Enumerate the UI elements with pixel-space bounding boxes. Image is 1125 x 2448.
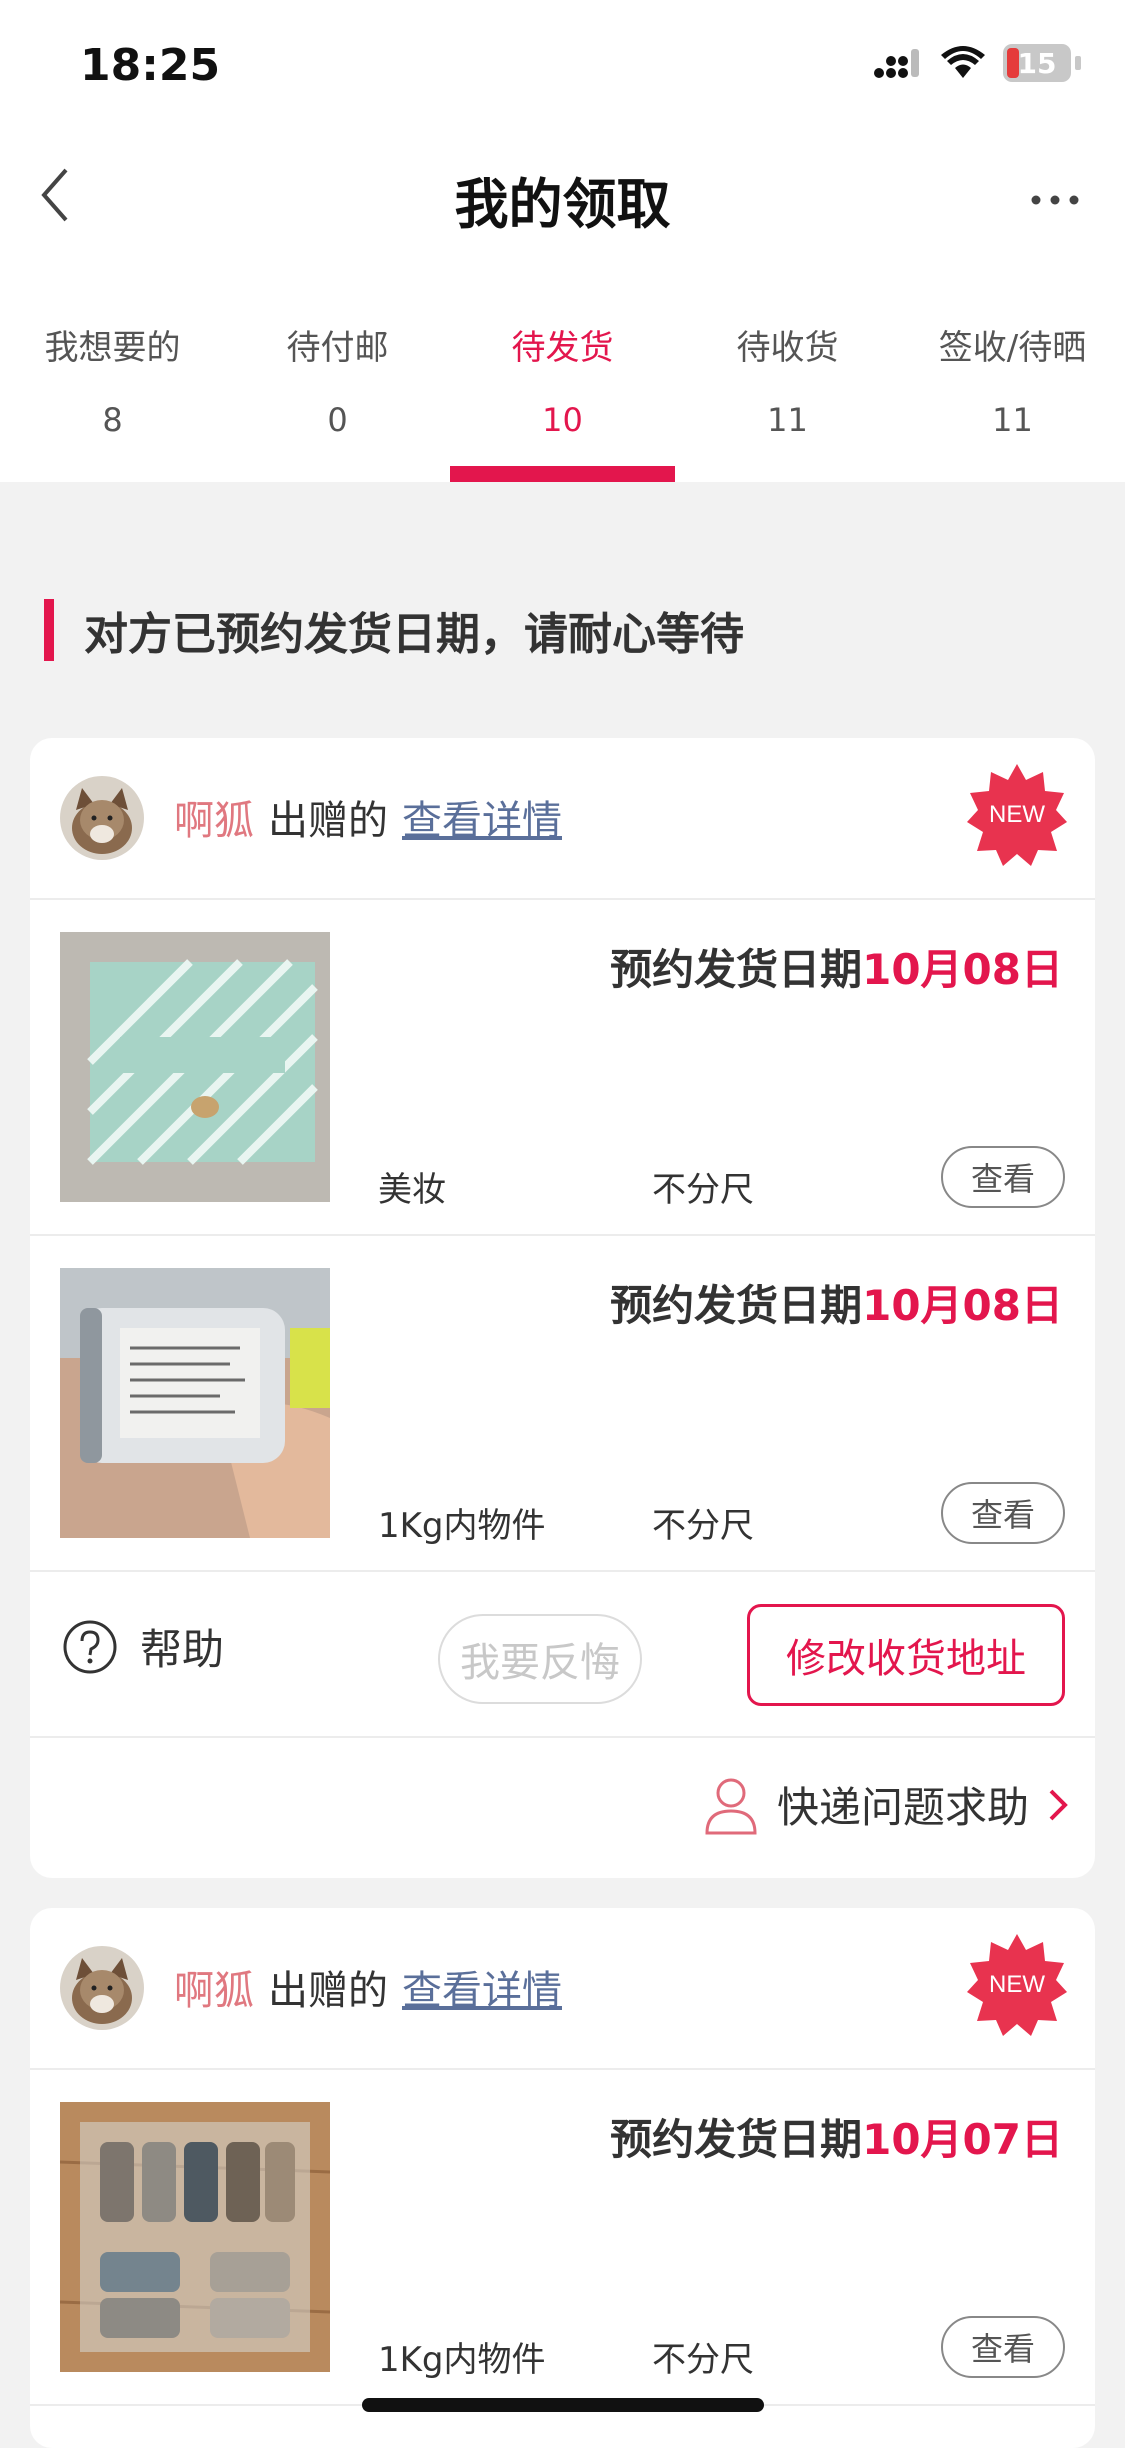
tab-count: 11 [992,401,1033,439]
notice-banner: 对方已预约发货日期，请耐心等待 [44,598,744,662]
tab-signed-review[interactable]: 签收/待晒 11 [900,300,1125,482]
help-label: 帮助 [140,1625,225,1674]
tab-count: 8 [102,401,123,439]
thread-spools-image [60,2102,330,2372]
item-size: 不分尺 [652,2340,754,2380]
item-category: 美妆 [378,1170,446,1210]
status-time: 18:25 [80,40,221,91]
item-category: 1Kg内物件 [378,1506,546,1546]
item-size: 不分尺 [652,1506,754,1546]
ship-date: 10月07日 [862,2115,1063,2164]
order-item: 预约发货日期10月08日 美妆 不分尺 查看 [30,900,1095,1236]
view-item-button[interactable]: 查看 [941,1146,1065,1208]
status-tabs: 我想要的 8 待付邮 0 待发货 10 待收货 11 签收/待晒 11 [0,300,1125,482]
more-dots-icon [1031,195,1079,205]
order-header: 啊狐 出赠的 查看详情 NEW [30,1908,1095,2070]
order-card: 啊狐 出赠的 查看详情 NEW 预约发货日期10月07日 1Kg内物件 不分尺 … [30,1908,1095,2448]
tab-label: 签收/待晒 [938,328,1087,368]
order-actions: 帮助 我要反悔 修改收货地址 [30,1572,1095,1738]
view-item-button[interactable]: 查看 [941,1482,1065,1544]
order-item: 预约发货日期10月08日 1Kg内物件 不分尺 查看 [30,1236,1095,1572]
notice-accent-bar [44,599,54,661]
express-help-label: 快递问题求助 [776,1783,1029,1832]
cat-avatar-image [60,1946,144,2030]
chevron-right-icon [1049,1789,1068,1820]
avatar[interactable] [60,1946,144,2030]
ship-date-prefix: 预约发货日期 [610,945,863,994]
item-category: 1Kg内物件 [378,2340,546,2380]
help-button[interactable]: 帮助 [62,1616,224,1677]
battery-cap [1075,56,1081,70]
battery-icon: 15 [1003,44,1071,82]
express-help[interactable]: 快递问题求助 [703,1774,1069,1835]
tab-label: 待发货 [511,328,614,368]
tab-pending-postage[interactable]: 待付邮 0 [225,300,450,482]
product-image[interactable] [60,932,330,1202]
giver-name[interactable]: 啊狐 [174,1958,254,2016]
order-item: 预约发货日期10月07日 1Kg内物件 不分尺 查看 [30,2070,1095,2406]
product-image[interactable] [60,2102,330,2372]
active-tab-indicator [450,466,675,482]
new-badge-icon: NEW [967,1934,1067,2036]
express-help-row[interactable]: 快递问题求助 [30,1738,1095,1878]
gave-text: 出赠的 [268,798,388,844]
tab-pending-receipt[interactable]: 待收货 11 [675,300,900,482]
order-header: 啊狐 出赠的 查看详情 NEW [30,738,1095,900]
blotting-paper-box-image [60,932,330,1202]
view-detail-link[interactable]: 查看详情 [402,788,562,846]
notice-text: 对方已预约发货日期，请耐心等待 [84,609,744,660]
ship-date-prefix: 预约发货日期 [610,2115,863,2164]
tab-pending-shipment[interactable]: 待发货 10 [450,300,675,482]
jar-in-hand-image [60,1268,330,1538]
ship-date-line: 预约发货日期10月08日 [610,936,1063,997]
view-item-button[interactable]: 查看 [941,2316,1065,2378]
cat-avatar-image [60,776,144,860]
regret-button[interactable]: 我要反悔 [438,1614,642,1704]
gave-text: 出赠的 [268,1968,388,2014]
tab-wanted[interactable]: 我想要的 8 [0,300,225,482]
top-area: 18:25 15 我的领取 我想要的 8 待付邮 0 待发货 10 待收货 11… [0,0,1125,482]
new-badge-icon: NEW [967,764,1067,866]
more-button[interactable] [1025,175,1085,225]
status-icons: 15 [873,44,1081,82]
ship-date-line: 预约发货日期10月08日 [610,1272,1063,1333]
item-size: 不分尺 [652,1170,754,1210]
tab-label: 待收货 [736,328,839,368]
user-icon [705,1778,757,1834]
page-title: 我的领取 [454,173,671,236]
question-circle-icon [63,1620,117,1673]
product-image[interactable] [60,1268,330,1538]
cellular-signal-icon [874,49,919,78]
order-card: 啊狐 出赠的 查看详情 NEW 预约发货日期10月08日 美妆 不分尺 查看 预… [30,738,1095,1878]
view-detail-link[interactable]: 查看详情 [402,1958,562,2016]
ship-date-line: 预约发货日期10月07日 [610,2106,1063,2167]
giver-line: 啊狐 出赠的 查看详情 [174,1958,562,2016]
tab-label: 待付邮 [286,328,389,368]
tab-count: 11 [767,401,808,439]
battery-level-label: 15 [1017,46,1057,80]
home-indicator [362,2398,764,2412]
tab-label: 我想要的 [44,328,181,368]
ship-date: 10月08日 [862,945,1063,994]
wifi-icon [941,46,985,78]
avatar[interactable] [60,776,144,860]
tab-count: 0 [327,401,348,439]
giver-line: 啊狐 出赠的 查看详情 [174,788,562,846]
new-badge-label: NEW [989,1971,1045,1998]
giver-name[interactable]: 啊狐 [174,788,254,846]
tab-count: 10 [542,401,583,439]
new-badge-label: NEW [989,801,1045,828]
ship-date: 10月08日 [862,1281,1063,1330]
ship-date-prefix: 预约发货日期 [610,1281,863,1330]
change-address-button[interactable]: 修改收货地址 [747,1604,1065,1706]
